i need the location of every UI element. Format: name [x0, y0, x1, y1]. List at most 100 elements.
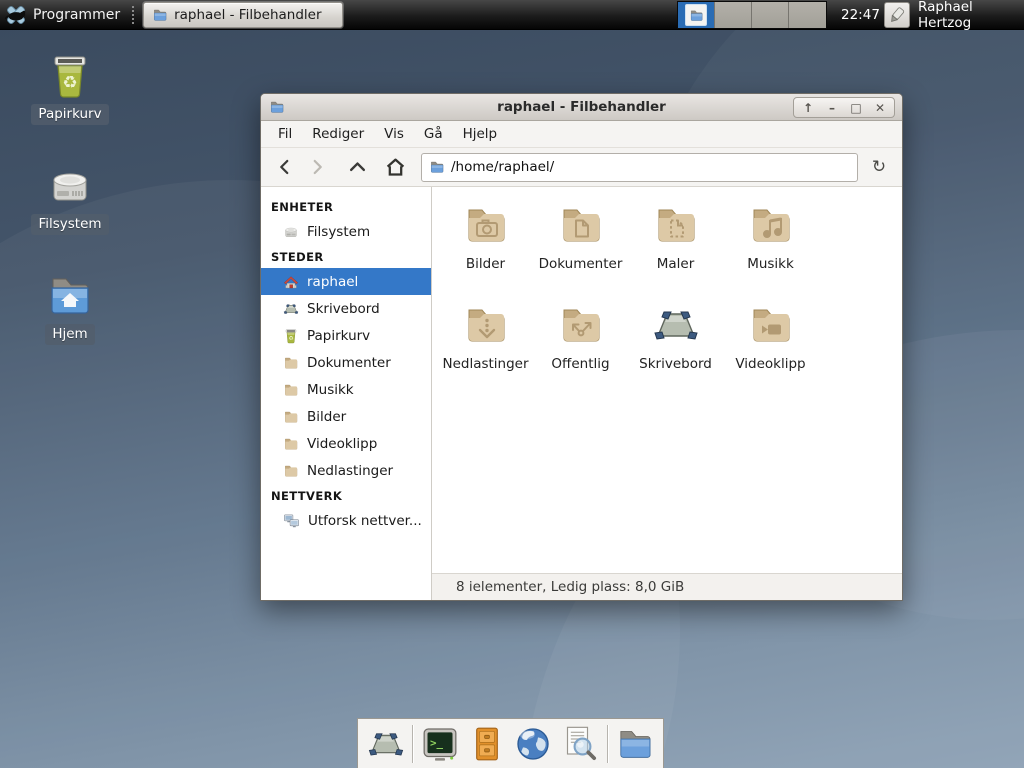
folder-template-icon	[652, 201, 700, 249]
folder-music-icon	[747, 201, 795, 249]
sidebar-item-pictures[interactable]: Bilder	[261, 403, 431, 430]
forward-button[interactable]	[303, 153, 331, 181]
folder-icon	[283, 463, 299, 479]
maximize-button[interactable]: □	[844, 99, 868, 117]
path-folder-icon	[429, 159, 445, 175]
applications-menu-label: Programmer	[33, 7, 120, 23]
sidebar-item-label: Filsystem	[307, 224, 370, 240]
terminal-launcher[interactable]	[420, 724, 460, 764]
user-menu[interactable]: Raphael Hertzog	[918, 0, 1024, 30]
toolbar: /home/raphael/ ↻	[261, 148, 902, 187]
xfce-logo-icon	[5, 4, 27, 26]
search-document-icon	[560, 724, 600, 764]
file-label: Musikk	[747, 256, 794, 272]
sidebar-item-trash[interactable]: Papirkurv	[261, 322, 431, 349]
home-button[interactable]	[381, 153, 409, 181]
file-label: Nedlastinger	[442, 356, 528, 372]
workspace-3[interactable]	[752, 2, 789, 28]
show-desktop-button[interactable]	[366, 724, 405, 764]
home-icon	[385, 157, 406, 178]
top-panel: Programmer raphael - Filbehandler 22:47 …	[0, 0, 1024, 30]
file-cabinet-icon	[468, 725, 506, 763]
menu-edit[interactable]: Rediger	[303, 123, 373, 145]
minimize-button[interactable]: –	[820, 99, 844, 117]
sidebar-item-downloads[interactable]: Nedlastinger	[261, 457, 431, 484]
menu-file[interactable]: Fil	[269, 123, 301, 145]
menu-help[interactable]: Hjelp	[454, 123, 507, 145]
file-label: Videoklipp	[735, 356, 805, 372]
network-icon	[283, 512, 300, 529]
drive-icon	[46, 162, 94, 210]
workspace-2[interactable]	[715, 2, 752, 28]
session-menu-button[interactable]	[884, 2, 910, 28]
tasklist-handle	[132, 6, 137, 24]
file-manager-launcher[interactable]	[615, 724, 655, 764]
menubar: Fil Rediger Vis Gå Hjelp	[261, 121, 902, 148]
folder-document-icon	[557, 201, 605, 249]
workspace-4[interactable]	[789, 2, 826, 28]
desktop-icon-trash[interactable]: Papirkurv	[15, 52, 125, 125]
folder-download-icon	[462, 301, 510, 349]
file-manager-window: raphael - Filbehandler ↑ – □ ✕ Fil Redig…	[260, 93, 903, 601]
web-browser-launcher[interactable]	[513, 724, 553, 764]
search-launcher[interactable]	[560, 724, 600, 764]
file-label: Skrivebord	[639, 356, 712, 372]
workspace-1[interactable]	[678, 2, 715, 28]
file-item-pictures[interactable]: Bilder	[438, 201, 533, 301]
dock-panel	[357, 718, 664, 768]
house-icon	[283, 274, 299, 290]
sidebar-item-home[interactable]: raphael	[261, 268, 431, 295]
sidebar-item-label: Nedlastinger	[307, 463, 393, 479]
clock[interactable]: 22:47	[841, 0, 880, 30]
file-item-music[interactable]: Musikk	[723, 201, 818, 301]
up-button[interactable]	[343, 153, 371, 181]
reload-button[interactable]: ↻	[866, 154, 892, 180]
taskbar-window-button[interactable]: raphael - Filbehandler	[143, 2, 343, 28]
shade-button[interactable]: ↑	[796, 99, 820, 117]
taskbar-window-label: raphael - Filbehandler	[174, 7, 321, 23]
folder-share-icon	[557, 301, 605, 349]
file-label: Dokumenter	[539, 256, 623, 272]
folder-icon	[283, 436, 299, 452]
desktop-icon-home[interactable]: Hjem	[15, 272, 125, 345]
file-item-desktop[interactable]: Skrivebord	[628, 301, 723, 401]
sidebar-item-label: Videoklipp	[307, 436, 377, 452]
workspace-switcher	[677, 1, 827, 29]
folder-icon	[283, 355, 299, 371]
sidebar-item-browse-network[interactable]: Utforsk nettver...	[261, 507, 431, 534]
sidebar-item-label: Skrivebord	[307, 301, 380, 317]
file-item-public[interactable]: Offentlig	[533, 301, 628, 401]
sidebar-item-videos[interactable]: Videoklipp	[261, 430, 431, 457]
sidebar-item-label: Papirkurv	[307, 328, 370, 344]
desktop-icon	[652, 301, 700, 349]
file-item-templates[interactable]: Maler	[628, 201, 723, 301]
sidebar-item-documents[interactable]: Dokumenter	[261, 349, 431, 376]
window-titlebar[interactable]: raphael - Filbehandler ↑ – □ ✕	[261, 94, 902, 121]
close-button[interactable]: ✕	[868, 99, 892, 117]
folder-window-icon	[152, 7, 168, 23]
dock-separator	[607, 725, 608, 763]
file-view[interactable]: Bilder Dokumenter	[432, 187, 902, 573]
file-cabinet-launcher[interactable]	[467, 724, 506, 764]
file-item-videos[interactable]: Videoklipp	[723, 301, 818, 401]
file-item-documents[interactable]: Dokumenter	[533, 201, 628, 301]
menu-view[interactable]: Vis	[375, 123, 413, 145]
file-label: Bilder	[466, 256, 505, 272]
applications-menu-button[interactable]: Programmer	[0, 0, 128, 29]
sidebar-item-filesystem[interactable]: Filsystem	[261, 218, 431, 245]
sidebar-item-label: raphael	[307, 274, 358, 290]
menu-go[interactable]: Gå	[415, 123, 452, 145]
home-folder-icon	[46, 272, 94, 320]
folder-video-icon	[747, 301, 795, 349]
sidebar-item-desktop[interactable]: Skrivebord	[261, 295, 431, 322]
path-bar[interactable]: /home/raphael/	[421, 153, 858, 182]
sidebar-item-music[interactable]: Musikk	[261, 376, 431, 403]
back-button[interactable]	[271, 153, 299, 181]
globe-icon	[513, 724, 553, 764]
back-icon	[276, 158, 294, 176]
file-item-downloads[interactable]: Nedlastinger	[438, 301, 533, 401]
desktop-icon-filesystem[interactable]: Filsystem	[15, 162, 125, 235]
sidebar-item-label: Bilder	[307, 409, 346, 425]
status-bar: 8 ielementer, Ledig plass: 8,0 GiB	[432, 573, 902, 600]
folder-icon	[615, 724, 655, 764]
